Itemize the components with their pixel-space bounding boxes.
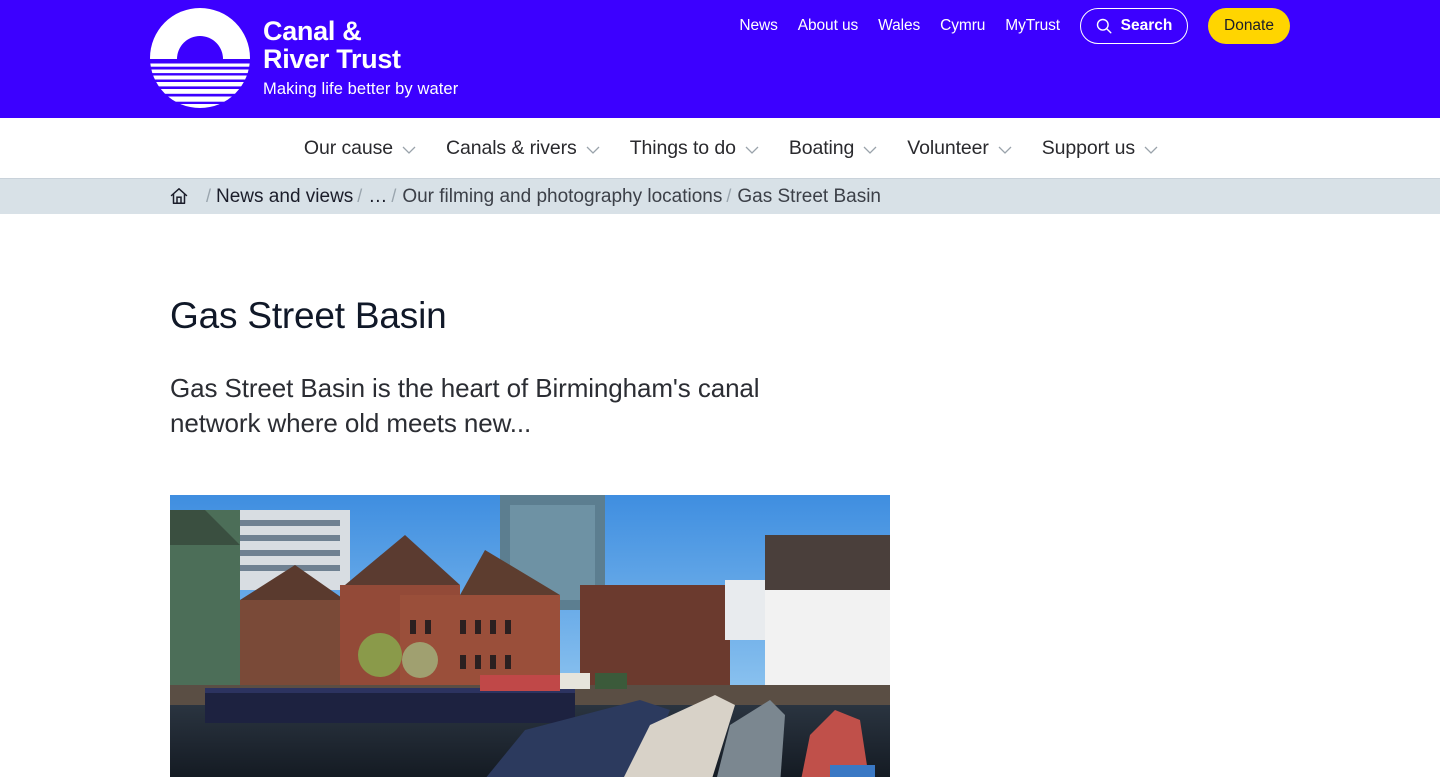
util-link-wales[interactable]: Wales	[878, 8, 920, 44]
page-intro: Gas Street Basin is the heart of Birming…	[170, 373, 760, 438]
utility-nav: News About us Wales Cymru MyTrust Search…	[739, 8, 1290, 44]
brand-name-line1: Canal &	[263, 16, 362, 46]
util-link-cymru[interactable]: Cymru	[940, 8, 985, 44]
main-content: Gas Street Basin Gas Street Basin is the…	[0, 294, 1440, 777]
page-title: Gas Street Basin	[170, 295, 447, 336]
chevron-down-icon	[1144, 146, 1158, 154]
search-button-label: Search	[1120, 17, 1173, 34]
chevron-down-icon	[402, 146, 416, 154]
canal-river-trust-logo-icon	[150, 8, 250, 108]
chevron-down-icon	[863, 146, 877, 154]
nav-item-boating[interactable]: Boating	[789, 137, 877, 160]
breadcrumb-separator: /	[391, 186, 397, 206]
nav-item-label: Canals & rivers	[445, 136, 577, 159]
hero-photo	[170, 495, 890, 777]
breadcrumb-current: Gas Street Basin	[737, 185, 881, 207]
search-icon	[1096, 18, 1112, 34]
breadcrumb-home-link[interactable]	[170, 187, 198, 205]
breadcrumb-separator: /	[357, 186, 363, 206]
nav-item-label: Support us	[1041, 136, 1136, 159]
hero-image	[170, 495, 890, 777]
logo-text: Canal & River Trust Making life better b…	[263, 17, 458, 99]
brand-name-line2: River Trust	[263, 44, 401, 74]
donate-button[interactable]: Donate	[1208, 8, 1290, 44]
nav-item-label: Volunteer	[907, 136, 989, 159]
util-link-news[interactable]: News	[739, 8, 777, 44]
breadcrumb-link-ellipsis[interactable]: …	[368, 186, 387, 208]
nav-item-things-to-do[interactable]: Things to do	[630, 137, 759, 160]
breadcrumb: / News and views / … / Our filming and p…	[0, 179, 1440, 214]
nav-item-canals-rivers[interactable]: Canals & rivers	[446, 137, 600, 160]
chevron-down-icon	[586, 146, 600, 154]
nav-item-label: Our cause	[303, 136, 393, 159]
nav-item-label: Boating	[788, 136, 855, 159]
nav-item-our-cause[interactable]: Our cause	[304, 137, 416, 160]
home-icon	[170, 187, 188, 204]
search-button[interactable]: Search	[1080, 8, 1188, 44]
nav-item-volunteer[interactable]: Volunteer	[907, 137, 1012, 160]
nav-item-support-us[interactable]: Support us	[1042, 137, 1158, 160]
chevron-down-icon	[998, 146, 1012, 154]
site-header: Canal & River Trust Making life better b…	[0, 0, 1440, 118]
breadcrumb-link-news-and-views[interactable]: News and views	[216, 186, 353, 208]
util-link-about-us[interactable]: About us	[798, 8, 858, 44]
breadcrumb-link-filming-locations[interactable]: Our filming and photography locations	[402, 186, 722, 208]
chevron-down-icon	[745, 146, 759, 154]
breadcrumb-separator: /	[726, 186, 732, 206]
nav-item-label: Things to do	[629, 136, 736, 159]
brand-tagline: Making life better by water	[263, 80, 459, 98]
main-nav: Our cause Canals & rivers Things to do B…	[0, 118, 1440, 179]
home-logo-link[interactable]: Canal & River Trust Making life better b…	[150, 8, 458, 108]
util-link-mytrust[interactable]: MyTrust	[1005, 8, 1060, 44]
breadcrumb-separator: /	[206, 186, 212, 206]
